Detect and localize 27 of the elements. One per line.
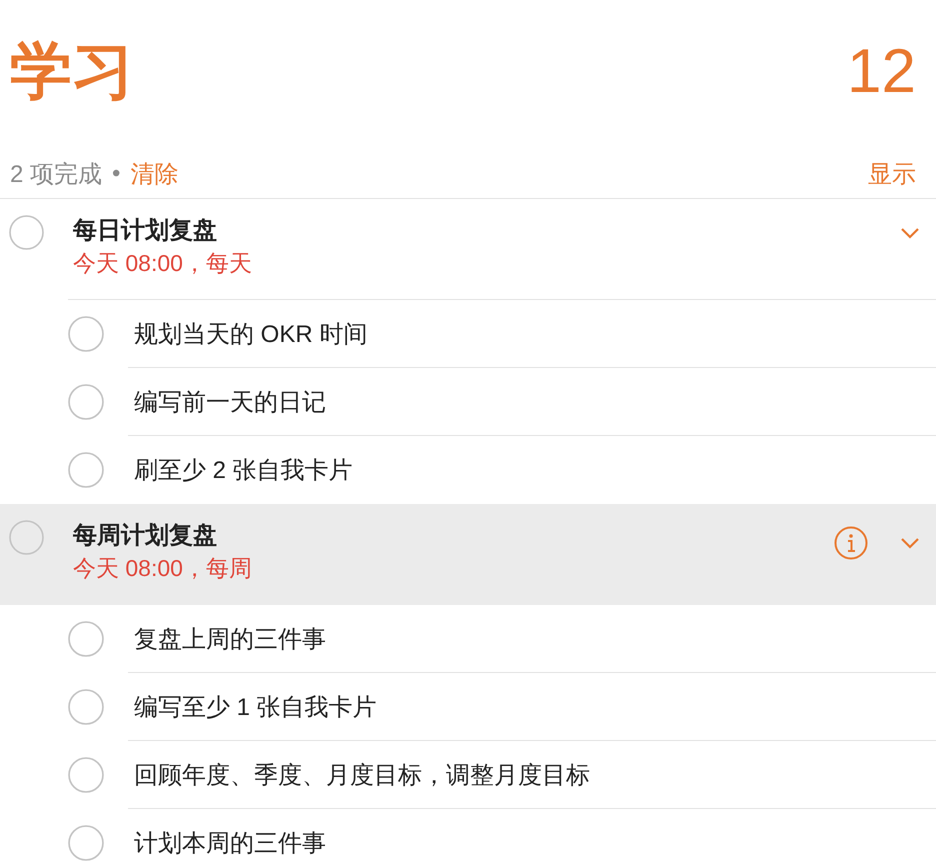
subtask-title: 回顾年度、季度、月度目标，调整月度目标: [134, 761, 590, 791]
subtask-title: 计划本周的三件事: [134, 829, 326, 859]
checkbox-circle[interactable]: [68, 384, 104, 420]
checkbox-circle[interactable]: [9, 520, 44, 555]
task-title: 每周计划复盘: [73, 521, 218, 551]
checkbox-circle[interactable]: [68, 452, 104, 488]
due-date: 今天 08:00，每天: [73, 249, 253, 278]
show-link[interactable]: 显示: [868, 158, 916, 190]
checkbox-circle[interactable]: [9, 215, 44, 250]
checkbox-circle[interactable]: [68, 621, 104, 657]
task-title: 每日计划复盘: [73, 216, 218, 246]
checkbox-circle[interactable]: [68, 825, 104, 861]
separator-dot: •: [112, 160, 120, 188]
list-title: 学习: [10, 41, 134, 103]
subtask-title: 复盘上周的三件事: [134, 625, 326, 655]
task-count: 12: [847, 41, 916, 103]
subtask-title: 编写前一天的日记: [134, 388, 326, 418]
due-date: 今天 08:00，每周: [73, 554, 253, 583]
info-icon[interactable]: [834, 526, 868, 560]
subtask-title: 规划当天的 OKR 时间: [134, 320, 368, 350]
checkbox-circle[interactable]: [68, 689, 104, 725]
subtask-title: 编写至少 1 张自我卡片: [134, 693, 377, 723]
checkbox-circle[interactable]: [68, 316, 104, 352]
completed-count: 2 项完成: [10, 160, 102, 190]
checkbox-circle[interactable]: [68, 757, 104, 793]
clear-link[interactable]: 清除: [130, 158, 178, 190]
subtask-title: 刷至少 2 张自我卡片: [134, 456, 353, 486]
